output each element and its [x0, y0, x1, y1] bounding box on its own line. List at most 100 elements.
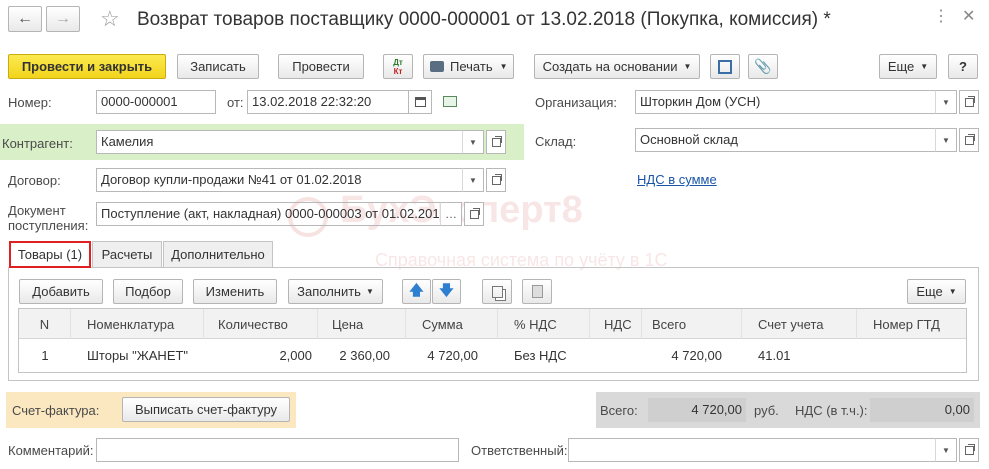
warehouse-label: Склад: [535, 134, 577, 149]
vat-in-sum-link[interactable]: НДС в сумме [637, 172, 717, 187]
contract-label: Договор: [8, 173, 61, 188]
contract-open-button[interactable] [486, 168, 506, 192]
column-header-quantity[interactable]: Количество [204, 309, 318, 339]
currency-label: руб. [754, 403, 779, 418]
move-down-button[interactable]: 🡇 [432, 279, 461, 304]
column-header-item[interactable]: Номенклатура [71, 309, 204, 339]
counterparty-dropdown[interactable]: ▼ [462, 130, 484, 154]
receipt-doc-dropdown[interactable]: … [440, 202, 462, 226]
dt-kt-button[interactable]: Дт Кт [383, 54, 413, 79]
paste-icon [531, 285, 543, 298]
paperclip-icon: 📎 [754, 58, 772, 74]
warehouse-field[interactable]: Основной склад [635, 128, 937, 152]
column-header-price[interactable]: Цена [318, 309, 406, 339]
open-icon [964, 133, 975, 145]
vat-total-value: 0,00 [870, 398, 974, 422]
help-button[interactable]: ? [948, 54, 978, 79]
chevron-down-icon: ▼ [499, 62, 508, 71]
print-button[interactable]: Печать ▼ [423, 54, 514, 79]
comment-label: Комментарий: [8, 443, 94, 458]
counterparty-open-button[interactable] [486, 130, 506, 154]
column-header-vat-rate[interactable]: % НДС [498, 309, 590, 339]
contract-field[interactable]: Договор купли-продажи №41 от 01.02.2018 [96, 168, 464, 192]
more-button[interactable]: Еще ▼ [879, 54, 937, 79]
table-cell-account[interactable]: 41.01 [758, 342, 857, 368]
chevron-down-icon: ▼ [948, 287, 957, 296]
warehouse-open-button[interactable] [959, 128, 979, 152]
paste-button[interactable] [522, 279, 552, 304]
arrow-up-icon: 🡅 [409, 281, 424, 298]
responsible-dropdown[interactable]: ▼ [935, 438, 957, 462]
issue-invoice-button[interactable]: Выписать счет-фактуру [122, 397, 290, 422]
status-icon [443, 96, 457, 107]
chevron-down-icon: ▼ [365, 287, 374, 296]
organization-open-button[interactable] [959, 90, 979, 114]
save-button[interactable]: Записать [177, 54, 259, 79]
dt-label: Дт [393, 57, 403, 67]
add-button[interactable]: Добавить [19, 279, 103, 304]
change-button[interactable]: Изменить [193, 279, 277, 304]
column-header-total[interactable]: Всего [642, 309, 742, 339]
fill-button[interactable]: Заполнить ▼ [288, 279, 383, 304]
calendar-icon [414, 97, 426, 107]
responsible-open-button[interactable] [959, 438, 979, 462]
column-header-sum[interactable]: Сумма [406, 309, 498, 339]
organization-dropdown[interactable]: ▼ [935, 90, 957, 114]
goods-more-button[interactable]: Еще ▼ [907, 279, 966, 304]
favorite-star-icon[interactable]: ☆ [100, 6, 120, 32]
select-button[interactable]: Подбор [113, 279, 183, 304]
back-button[interactable]: ← [8, 6, 42, 32]
copy-button[interactable] [482, 279, 512, 304]
structure-button[interactable] [710, 54, 740, 79]
responsible-label: Ответственный: [471, 443, 568, 458]
post-and-close-button[interactable]: Провести и закрыть [8, 54, 166, 79]
table-cell-quantity[interactable]: 2,000 [204, 342, 312, 368]
table-cell-sum[interactable]: 4 720,00 [406, 342, 478, 368]
receipt-doc-field[interactable]: Поступление (акт, накладная) 0000-000003… [96, 202, 442, 226]
number-field[interactable]: 0000-000001 [96, 90, 216, 114]
more-window-icon[interactable]: ⋮ [933, 6, 949, 26]
arrow-left-icon: ← [17, 10, 33, 27]
printer-icon [430, 61, 444, 72]
counterparty-field[interactable]: Камелия [96, 130, 464, 154]
calendar-button[interactable] [408, 90, 432, 114]
open-icon [469, 207, 480, 219]
column-header-n[interactable]: N [19, 309, 71, 339]
create-based-on-button[interactable]: Создать на основании ▼ [534, 54, 700, 79]
table-cell-vat-rate[interactable]: Без НДС [514, 342, 590, 368]
close-icon[interactable]: ✕ [962, 6, 975, 26]
ellipsis-icon: … [445, 207, 457, 221]
date-field[interactable]: 13.02.2018 22:32:20 [247, 90, 409, 114]
total-value: 4 720,00 [648, 398, 746, 422]
column-header-account[interactable]: Счет учета [742, 309, 857, 339]
tab-settlements[interactable]: Расчеты [92, 241, 162, 267]
organization-field[interactable]: Шторкин Дом (УСН) [635, 90, 937, 114]
warehouse-dropdown[interactable]: ▼ [935, 128, 957, 152]
chevron-down-icon: ▼ [942, 445, 950, 455]
tab-goods[interactable]: Товары (1) [9, 241, 91, 268]
table-cell-total[interactable]: 4 720,00 [642, 342, 722, 368]
table-cell-price[interactable]: 2 360,00 [318, 342, 390, 368]
comment-field[interactable] [96, 438, 459, 462]
tab-additional[interactable]: Дополнительно [163, 241, 273, 267]
contract-dropdown[interactable]: ▼ [462, 168, 484, 192]
table-cell-item[interactable]: Шторы "ЖАНЕТ" [87, 342, 204, 368]
kt-label: Кт [393, 66, 403, 76]
table-cell-gtd[interactable] [873, 342, 966, 368]
responsible-field[interactable] [568, 438, 937, 462]
column-header-gtd[interactable]: Номер ГТД [857, 309, 966, 339]
column-header-vat[interactable]: НДС [590, 309, 642, 339]
forward-button[interactable]: → [46, 6, 80, 32]
invoice-label: Счет-фактура: [12, 403, 100, 418]
attach-button[interactable]: 📎 [748, 54, 778, 79]
table-cell-n[interactable]: 1 [19, 342, 71, 368]
chevron-down-icon: ▼ [683, 62, 692, 71]
move-up-button[interactable]: 🡅 [402, 279, 431, 304]
print-label: Печать [450, 59, 493, 74]
table-cell-vat[interactable] [590, 342, 642, 368]
receipt-doc-open-button[interactable] [464, 202, 484, 226]
post-button[interactable]: Провести [278, 54, 364, 79]
open-icon [964, 443, 975, 455]
chevron-down-icon: ▼ [942, 97, 950, 107]
open-icon [491, 135, 502, 147]
